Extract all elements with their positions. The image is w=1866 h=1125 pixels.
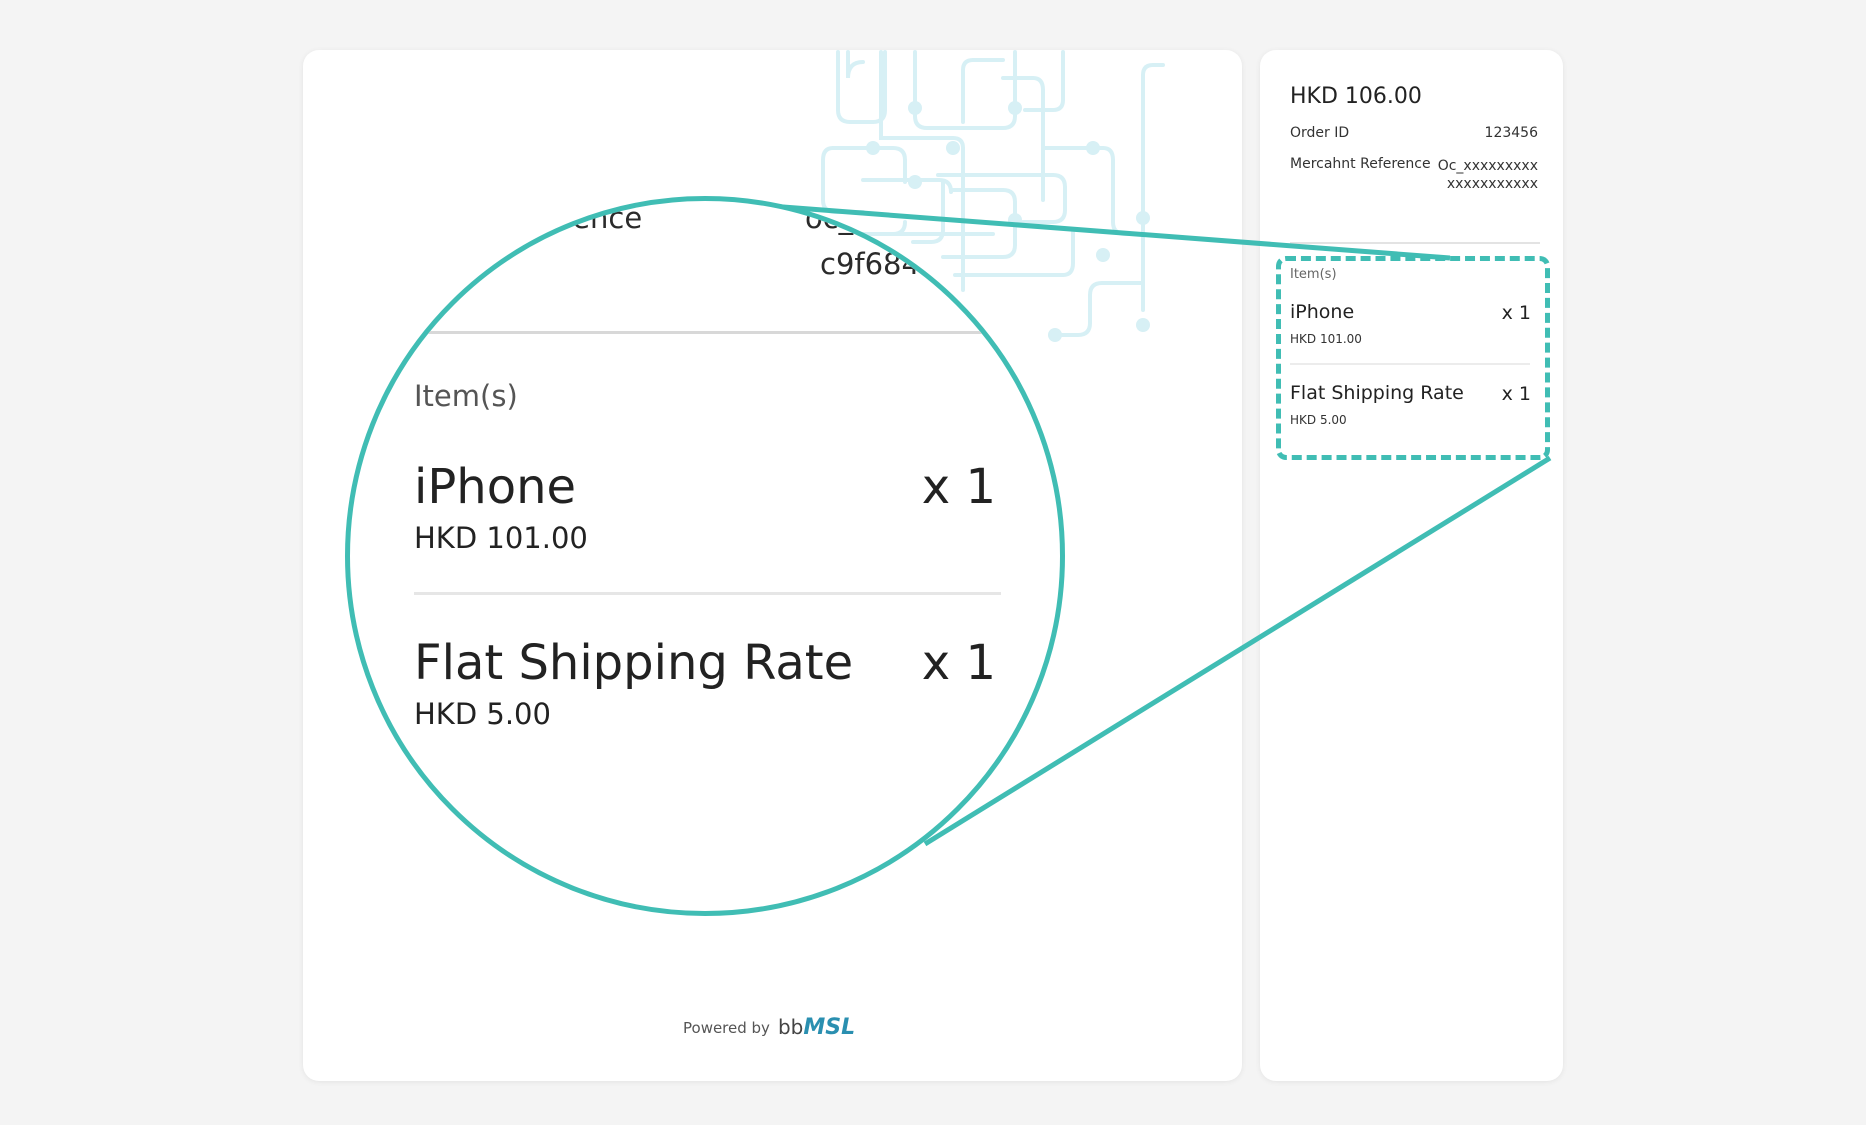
zoom-divider (350, 331, 1060, 334)
items-highlight-box (1276, 256, 1550, 460)
zoom-items-label: Item(s) (414, 379, 518, 413)
divider (1290, 242, 1540, 244)
zoom-merchant-reference-value-line2: c9f6843 (820, 247, 939, 281)
zoom-item-name: iPhone (414, 459, 577, 515)
order-total: HKD 106.00 (1290, 84, 1422, 109)
zoom-item-quantity: x 1 (921, 459, 996, 515)
order-summary-panel: HKD 106.00 Order ID 123456 Mercahnt Refe… (1260, 50, 1563, 1081)
order-id-label: Order ID (1290, 125, 1350, 141)
zoom-item-name: Flat Shipping Rate (414, 635, 854, 691)
zoom-merchant-reference-label: eference (515, 201, 643, 235)
zoom-magnifier: eference oc_ c9f6843 Item(s) iPhone x 1 … (345, 196, 1065, 916)
powered-by: Powered by bbMSL (683, 1015, 855, 1040)
merchant-reference-value-line1: Oc_xxxxxxxxx (1437, 158, 1538, 174)
zoom-item-divider (414, 592, 1001, 595)
merchant-reference-value-line2: xxxxxxxxxxx (1446, 176, 1538, 192)
zoom-item-price: HKD 101.00 (414, 521, 588, 555)
powered-by-text: Powered by (683, 1018, 770, 1037)
merchant-reference-label: Mercahnt Reference (1290, 156, 1431, 172)
bbmsl-logo: bbMSL (777, 1015, 856, 1040)
order-id-value: 123456 (1484, 125, 1538, 141)
zoom-merchant-reference-value: oc_ (805, 201, 854, 235)
zoom-item-price: HKD 5.00 (414, 697, 551, 731)
zoom-item-quantity: x 1 (921, 635, 996, 691)
